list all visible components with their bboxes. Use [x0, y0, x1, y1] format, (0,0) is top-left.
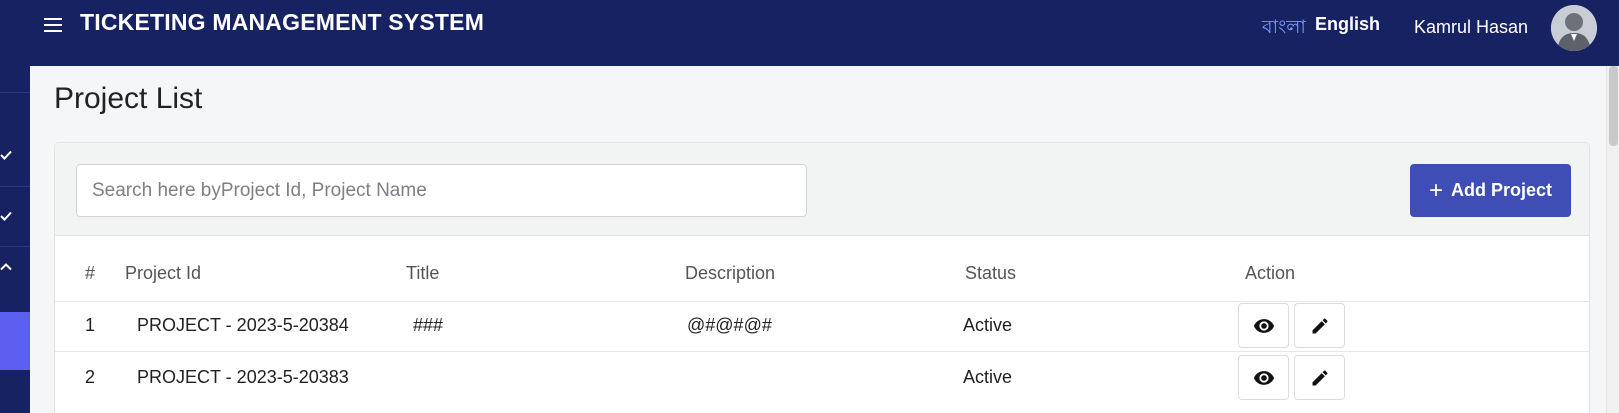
status-cell: Active	[963, 367, 1013, 387]
project-id-cell: PROJECT - 2023-5-20383	[137, 367, 349, 387]
column-header-status: Status	[965, 263, 1017, 283]
scrollbar[interactable]	[1606, 66, 1619, 413]
page-title: Project List	[54, 82, 203, 115]
view-button[interactable]	[1238, 303, 1289, 348]
column-header-number: #	[85, 263, 96, 283]
sidebar-divider	[0, 92, 30, 93]
title-cell: ###	[413, 315, 444, 335]
check-icon	[0, 211, 12, 221]
sidebar-divider	[0, 186, 30, 187]
column-header-action: Action	[1245, 263, 1296, 283]
edit-button[interactable]	[1294, 303, 1345, 348]
top-header: TICKETING MANAGEMENT SYSTEM বাংলা Englis…	[0, 0, 1619, 66]
app-title: TICKETING MANAGEMENT SYSTEM	[80, 9, 485, 35]
language-english-link[interactable]: English	[1315, 14, 1380, 35]
eye-icon	[1253, 318, 1274, 333]
row-divider	[55, 351, 1589, 352]
language-bangla-link[interactable]: বাংলা	[1262, 13, 1306, 45]
menu-icon[interactable]	[44, 14, 64, 36]
add-project-button[interactable]: + Add Project	[1410, 164, 1571, 217]
pencil-icon	[1312, 369, 1328, 385]
column-header-project-id: Project Id	[125, 263, 202, 283]
sidebar-item-2[interactable]	[0, 197, 30, 237]
pencil-icon	[1312, 317, 1328, 333]
toolbar: + Add Project	[55, 143, 1589, 236]
row-number: 2	[85, 367, 96, 387]
column-header-description: Description	[685, 263, 776, 283]
sidebar-item-3[interactable]	[0, 248, 30, 288]
edit-button[interactable]	[1294, 355, 1345, 400]
sidebar-item-active[interactable]	[0, 312, 30, 370]
sidebar-divider	[0, 246, 30, 247]
user-avatar-icon	[1551, 5, 1597, 51]
sidebar	[0, 66, 30, 413]
plus-icon: +	[1428, 176, 1443, 204]
project-list-card: + Add Project # Project Id Title Descrip…	[54, 142, 1590, 413]
search-input[interactable]	[76, 164, 807, 217]
description-cell: @#@#@#	[687, 315, 772, 335]
chevron-up-icon	[0, 263, 12, 271]
view-button[interactable]	[1238, 355, 1289, 400]
check-icon	[0, 150, 12, 160]
column-header-title: Title	[406, 263, 440, 283]
avatar[interactable]	[1551, 5, 1597, 51]
status-cell: Active	[963, 315, 1013, 335]
project-id-cell: PROJECT - 2023-5-20384	[137, 315, 349, 335]
table-divider	[55, 301, 1589, 302]
user-name[interactable]: Kamrul Hasan	[1414, 17, 1528, 38]
eye-icon	[1253, 370, 1274, 385]
scrollbar-thumb[interactable]	[1609, 66, 1618, 146]
add-project-label: Add Project	[1451, 180, 1553, 200]
sidebar-item-1[interactable]	[0, 136, 30, 176]
row-number: 1	[85, 315, 96, 335]
